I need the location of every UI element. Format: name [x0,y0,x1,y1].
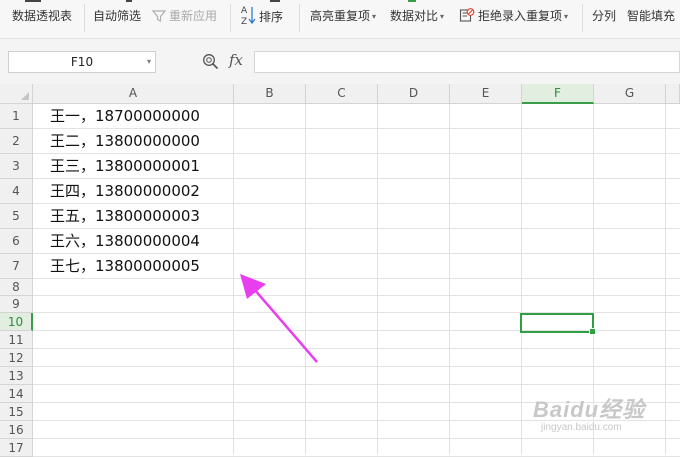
svg-text:A: A [241,6,248,16]
column-gridline [233,104,234,454]
filter-icon [152,10,166,22]
row-header-11[interactable]: 11 [0,331,33,349]
column-header-g[interactable]: G [594,84,666,104]
chevron-down-icon: ▾ [372,12,377,21]
reapply-button[interactable]: 重新应用 [152,8,217,24]
reject-duplicates-button[interactable]: 拒绝录入重复项 ▾ [459,8,568,25]
row-header-8[interactable]: 8 [0,279,33,296]
column-gridline [377,104,378,454]
row-header-6[interactable]: 6 [0,229,33,254]
highlight-duplicates-button[interactable]: 高亮重复项 ▾ [310,8,376,25]
sort-az-icon: A Z [241,6,256,26]
ribbon-toolbar: 数据透视表 自动筛选 重新应用 A Z 排序 高亮重复项 ▾ 数据对比 ▾ 拒绝录入… [0,0,680,39]
column-gridline [305,104,306,454]
fx-icon[interactable]: fx [229,51,243,69]
row-gridline [33,295,680,296]
column-header-partial[interactable] [666,84,680,104]
pivot-table-button[interactable]: 数据透视表 [12,8,72,24]
cell-a1[interactable]: 王一，18700000000 [50,104,200,129]
column-header-a[interactable]: A [33,84,234,104]
row-header-16[interactable]: 16 [0,421,33,439]
ribbon-separator [84,4,85,32]
row-gridline [33,348,680,349]
name-box-value: F10 [70,55,94,69]
row-header-1[interactable]: 1 [0,104,33,129]
smart-fill-button[interactable]: 智能填充 [627,8,675,24]
column-header-c[interactable]: C [306,84,378,104]
zoom-icon[interactable] [202,53,219,70]
cell-a6[interactable]: 王六，13800000004 [50,229,200,254]
ribbon-icon-fragment [408,0,416,2]
column-header-b[interactable]: B [234,84,306,104]
ribbon-separator [582,4,583,32]
row-header-3[interactable]: 3 [0,154,33,179]
sort-button[interactable]: A Z 排序 [240,4,283,27]
ribbon-separator [299,4,300,32]
ribbon-icon-fragment [270,0,280,2]
row-header-4[interactable]: 4 [0,179,33,204]
column-gridline [521,104,522,454]
column-header-d[interactable]: D [378,84,450,104]
reapply-label: 重新应用 [169,9,218,23]
formula-bar: F10 ▾ fx [0,39,680,84]
row-header-15[interactable]: 15 [0,403,33,421]
data-compare-button[interactable]: 数据对比 ▾ [390,8,444,25]
cell-a7[interactable]: 王七，13800000005 [50,254,200,279]
svg-text:Z: Z [241,17,247,26]
ribbon-separator [230,4,231,32]
baidu-jingyan-watermark: Baidu经验 jingyan.baidu.com [533,392,646,433]
autofilter-button[interactable]: 自动筛选 [93,8,141,24]
cell-a2[interactable]: 王二，13800000000 [50,129,200,154]
row-header-17[interactable]: 17 [0,439,33,457]
ribbon-icon-fragment [25,0,41,2]
cell-a5[interactable]: 王五，13800000003 [50,204,200,229]
row-header-13[interactable]: 13 [0,367,33,385]
row-header-7[interactable]: 7 [0,254,33,279]
watermark-logo: Baidu经验 [533,397,646,422]
row-gridline [33,366,680,367]
chevron-down-icon[interactable]: ▾ [147,52,151,72]
data-compare-label: 数据对比 [390,9,439,23]
reject-entry-icon [459,8,475,22]
ribbon-icon-fragment [126,0,132,2]
row-header-14[interactable]: 14 [0,385,33,403]
cell-a3[interactable]: 王三，13800000001 [50,154,200,179]
formula-input[interactable] [254,51,680,73]
watermark-url: jingyan.baidu.com [541,422,622,433]
column-header-f[interactable]: F [522,84,594,104]
row-header-10[interactable]: 10 [0,313,33,331]
row-gridline [33,384,680,385]
cell-a4[interactable]: 王四，13800000002 [50,179,200,204]
row-header-5[interactable]: 5 [0,204,33,229]
row-header-9[interactable]: 9 [0,296,33,313]
active-cell-selection[interactable] [520,313,596,335]
column-gridline [665,104,666,454]
highlight-duplicates-label: 高亮重复项 [310,9,371,23]
chevron-down-icon: ▾ [440,12,445,21]
select-all-corner[interactable] [0,84,33,104]
column-header-e[interactable]: E [450,84,522,104]
column-gridline [449,104,450,454]
split-columns-button[interactable]: 分列 [592,8,616,24]
row-header-2[interactable]: 2 [0,129,33,154]
row-header-12[interactable]: 12 [0,349,33,367]
chevron-down-icon: ▾ [564,12,569,21]
sort-label: 排序 [259,10,284,24]
row-gridline [33,438,680,439]
name-box[interactable]: F10 ▾ [8,51,156,73]
reject-duplicates-label: 拒绝录入重复项 [478,9,563,23]
